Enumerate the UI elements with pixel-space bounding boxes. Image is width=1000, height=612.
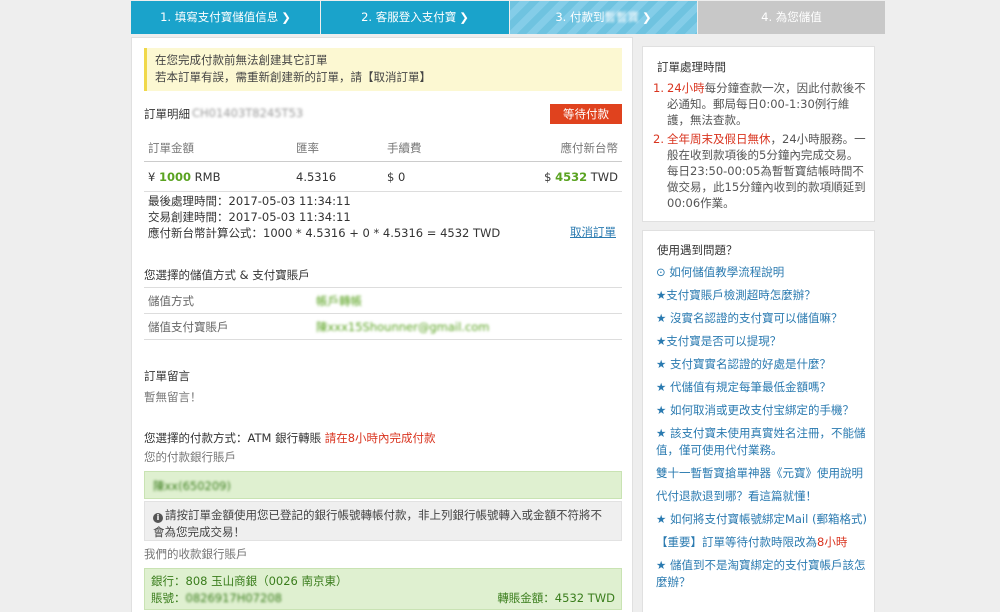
step-4-label: 4. 為您儲值 bbox=[761, 10, 822, 24]
your-bank-account-value: 陳xx(650209) bbox=[153, 479, 231, 493]
order-panel: 在您完成付款前無法創建其它訂單 若本訂單有誤，需重新創建新的訂單，請【取消訂單】… bbox=[131, 37, 633, 612]
order-id: CH01403T8245T53 bbox=[192, 106, 304, 120]
item-number: 2. bbox=[653, 132, 664, 146]
item-number: 1. bbox=[653, 81, 664, 95]
help-link[interactable]: ★ 沒實名認證的支付寶可以儲值嘛？ bbox=[656, 310, 868, 327]
help-title: 使用遇到問題？ bbox=[657, 243, 738, 257]
amount-unit: RMB bbox=[194, 169, 221, 184]
step-1-fill-info: 1. 填寫支付寶儲值信息 ❯ bbox=[131, 1, 320, 34]
chevron-right-icon: ❯ bbox=[642, 10, 652, 24]
payment-method-title: 您選擇的付款方式：ATM 銀行轉賬 請在8小時內完成付款 bbox=[144, 430, 436, 446]
last-processed-time: 最後處理時間：2017-05-03 11:34:11 bbox=[148, 194, 351, 208]
step-3-brand: 暫暫寶 bbox=[604, 10, 640, 24]
account-number-value: 0826917H07208 bbox=[185, 591, 282, 605]
deposit-account-row: 儲值支付寶賬戶 陳xxx15Shounner@gmail.com bbox=[144, 313, 622, 340]
payment-info-box: i 請按訂單金額使用您已登記的銀行帳號轉帳付款，非上列銀行帳號轉入或金額不符將不會… bbox=[144, 501, 622, 541]
help-link[interactable]: ★支付寶賬戶檢測超時怎麼辦？ bbox=[656, 287, 868, 304]
transfer-amount: 轉賬金額：4532 TWD bbox=[497, 591, 615, 605]
receive-bank-box: 銀行：808 玉山商銀（0026 南京東） 賬號：0826917H07208 轉… bbox=[144, 568, 622, 610]
list-item: 1. 24小時每分鐘查款一次，因此付款後不必通知。郵局每日0:00-1:30例行維… bbox=[653, 80, 868, 128]
step-1-label: 1. 填寫支付寶儲值信息 bbox=[160, 10, 279, 24]
list-item: 2. 全年周末及假日無休，24小時服務。一般在收到款項後的5分鐘內完成交易。每日2… bbox=[653, 131, 868, 211]
help-link[interactable]: ★ 儲值到不是淘寶綁定的支付寶帳戶該怎麼辦？ bbox=[656, 557, 868, 591]
deposit-account-value: 陳xxx15Shounner@gmail.com bbox=[316, 319, 490, 334]
deposit-method-label: 儲值方式 bbox=[148, 293, 194, 308]
deposit-info-table: 儲值方式 帳戶轉帳 儲值支付寶賬戶 陳xxx15Shounner@gmail.c… bbox=[144, 287, 622, 340]
your-account-label: 您的付款銀行賬戶 bbox=[144, 450, 236, 464]
step-3-pay-current: 3. 付款到暫暫寶 ❯ bbox=[509, 1, 697, 34]
currency-symbol: ¥ bbox=[148, 169, 156, 184]
step-2-login: 2. 客服登入支付寶 ❯ bbox=[320, 1, 509, 34]
col-twd-payable: 應付新台幣 bbox=[560, 140, 619, 155]
item-highlight: 全年周末及假日無休 bbox=[667, 132, 771, 146]
cell-rate: 4.5316 bbox=[296, 169, 337, 184]
pending-order-notice: 在您完成付款前無法創建其它訂單 若本訂單有誤，需重新創建新的訂單，請【取消訂單】 bbox=[144, 48, 622, 91]
step-3-label: 3. 付款到 bbox=[555, 10, 605, 24]
memo-title: 訂單留言 bbox=[144, 369, 190, 383]
help-link[interactable]: ★支付寶是否可以提現？ bbox=[656, 333, 868, 350]
cell-amount: ¥ 1000 RMB bbox=[144, 170, 296, 184]
amount-value: 1000 bbox=[158, 169, 191, 184]
twd-formula: 應付新台幣計算公式：1000 * 4.5316 + 0 * 4.5316 = 4… bbox=[148, 226, 501, 240]
twd-symbol: $ bbox=[544, 169, 552, 184]
item-highlight: 24小時 bbox=[667, 81, 705, 95]
order-detail-label: 訂單明細 bbox=[144, 107, 190, 121]
help-link[interactable]: 代付退款退到哪？看這篇就懂！ bbox=[656, 488, 868, 505]
step-2-label: 2. 客服登入支付寶 bbox=[361, 10, 457, 24]
order-amount-table: 訂單金額 匯率 手續費 應付新台幣 ¥ 1000 RMB 4.5316 $ 0 … bbox=[144, 134, 622, 192]
help-link[interactable]: ★ 支付寶實名認證的好處是什麼？ bbox=[656, 356, 868, 373]
table-row: ¥ 1000 RMB 4.5316 $ 0 $ 4532 TWD bbox=[144, 162, 622, 192]
chevron-right-icon: ❯ bbox=[281, 10, 291, 24]
help-link[interactable]: 雙十一暫暫寶搶單神器《元寶》使用說明 bbox=[656, 465, 868, 482]
deposit-method-value: 帳戶轉帳 bbox=[316, 293, 362, 308]
help-link[interactable]: ★ 該支付寶未使用真實姓名注冊，不能儲值，僅可使用代付業務。 bbox=[656, 425, 868, 459]
cancel-order-link[interactable]: 取消訂單 bbox=[570, 224, 616, 240]
help-panel: 使用遇到問題？ ⊙ 如何儲值教學流程說明 ★支付寶賬戶檢測超時怎麼辦？ ★ 沒實… bbox=[642, 230, 875, 612]
col-order-amount: 訂單金額 bbox=[148, 140, 194, 155]
help-link[interactable]: ⊙ 如何儲值教學流程說明 bbox=[656, 264, 868, 281]
receive-bank-name: 銀行：808 玉山商銀（0026 南京東） bbox=[151, 574, 348, 588]
order-header: 訂單明細 CH01403T8245T53 等待付款 bbox=[144, 104, 622, 124]
col-fee: 手續費 bbox=[387, 140, 422, 155]
col-rate: 匯率 bbox=[296, 140, 319, 155]
order-meta: 最後處理時間：2017-05-03 11:34:11 交易創建時間：2017-0… bbox=[148, 193, 622, 241]
payment-deadline-warning: 請在8小時內完成付款 bbox=[324, 431, 436, 445]
help-link-important[interactable]: 【重要】訂單等待付款時限改為8小時 bbox=[656, 534, 868, 551]
cell-twd: $ 4532 TWD bbox=[483, 170, 622, 184]
step-progress-bar: 1. 填寫支付寶儲值信息 ❯ 2. 客服登入支付寶 ❯ 3. 付款到暫暫寶 ❯ 4. … bbox=[131, 1, 885, 34]
notice-line-1: 在您完成付款前無法創建其它訂單 bbox=[155, 53, 328, 67]
receive-account-label: 我們的收款銀行賬戶 bbox=[144, 547, 248, 561]
cell-fee: $ 0 bbox=[387, 169, 406, 184]
receive-account-line: 賬號：0826917H07208 轉賬金額：4532 TWD bbox=[151, 590, 615, 607]
important-highlight: 8小時 bbox=[817, 535, 848, 549]
chevron-right-icon: ❯ bbox=[459, 10, 469, 24]
help-links: ⊙ 如何儲值教學流程說明 ★支付寶賬戶檢測超時怎麼辦？ ★ 沒實名認證的支付寶可… bbox=[656, 264, 868, 597]
processing-time-panel: 訂單處理時間 1. 24小時每分鐘查款一次，因此付款後不必通知。郵局每日0:00-… bbox=[642, 46, 875, 222]
step-4-deposit: 4. 為您儲值 bbox=[697, 1, 885, 34]
important-text: 【重要】訂單等待付款時限改為 bbox=[656, 535, 817, 549]
your-bank-account-box: 陳xx(650209) bbox=[144, 471, 622, 499]
deposit-account-label: 儲值支付寶賬戶 bbox=[148, 319, 229, 334]
info-icon: i bbox=[153, 513, 163, 523]
deposit-section-title: 您選擇的儲值方式 & 支付寶賬戶 bbox=[144, 268, 310, 282]
twd-value: 4532 bbox=[555, 169, 588, 184]
notice-line-2: 若本訂單有誤，需重新創建新的訂單，請【取消訂單】 bbox=[155, 70, 431, 84]
processing-time-list: 1. 24小時每分鐘查款一次，因此付款後不必通知。郵局每日0:00-1:30例行維… bbox=[653, 80, 868, 211]
status-badge: 等待付款 bbox=[550, 104, 622, 124]
memo-value: 暫無留言！ bbox=[144, 390, 202, 404]
deposit-method-row: 儲值方式 帳戶轉帳 bbox=[144, 287, 622, 314]
payment-info-text: 請按訂單金額使用您已登記的銀行帳號轉帳付款，非上列銀行帳號轉入或金額不符將不會為… bbox=[153, 508, 602, 539]
account-number-label: 賬號： bbox=[151, 591, 186, 605]
table-header: 訂單金額 匯率 手續費 應付新台幣 bbox=[144, 134, 622, 162]
help-link[interactable]: ★ 如何取消或更改支付宝綁定的手機？ bbox=[656, 402, 868, 419]
help-link[interactable]: ★ 如何將支付寶帳號綁定Mail (郵箱格式) bbox=[656, 511, 868, 528]
created-time: 交易創建時間：2017-05-03 11:34:11 bbox=[148, 210, 351, 224]
help-link[interactable]: ★ 代儲值有規定每筆最低金額嗎？ bbox=[656, 379, 868, 396]
twd-unit: TWD bbox=[590, 169, 618, 184]
processing-time-title: 訂單處理時間 bbox=[657, 60, 726, 74]
payment-method-text: 您選擇的付款方式：ATM 銀行轉賬 bbox=[144, 431, 322, 445]
